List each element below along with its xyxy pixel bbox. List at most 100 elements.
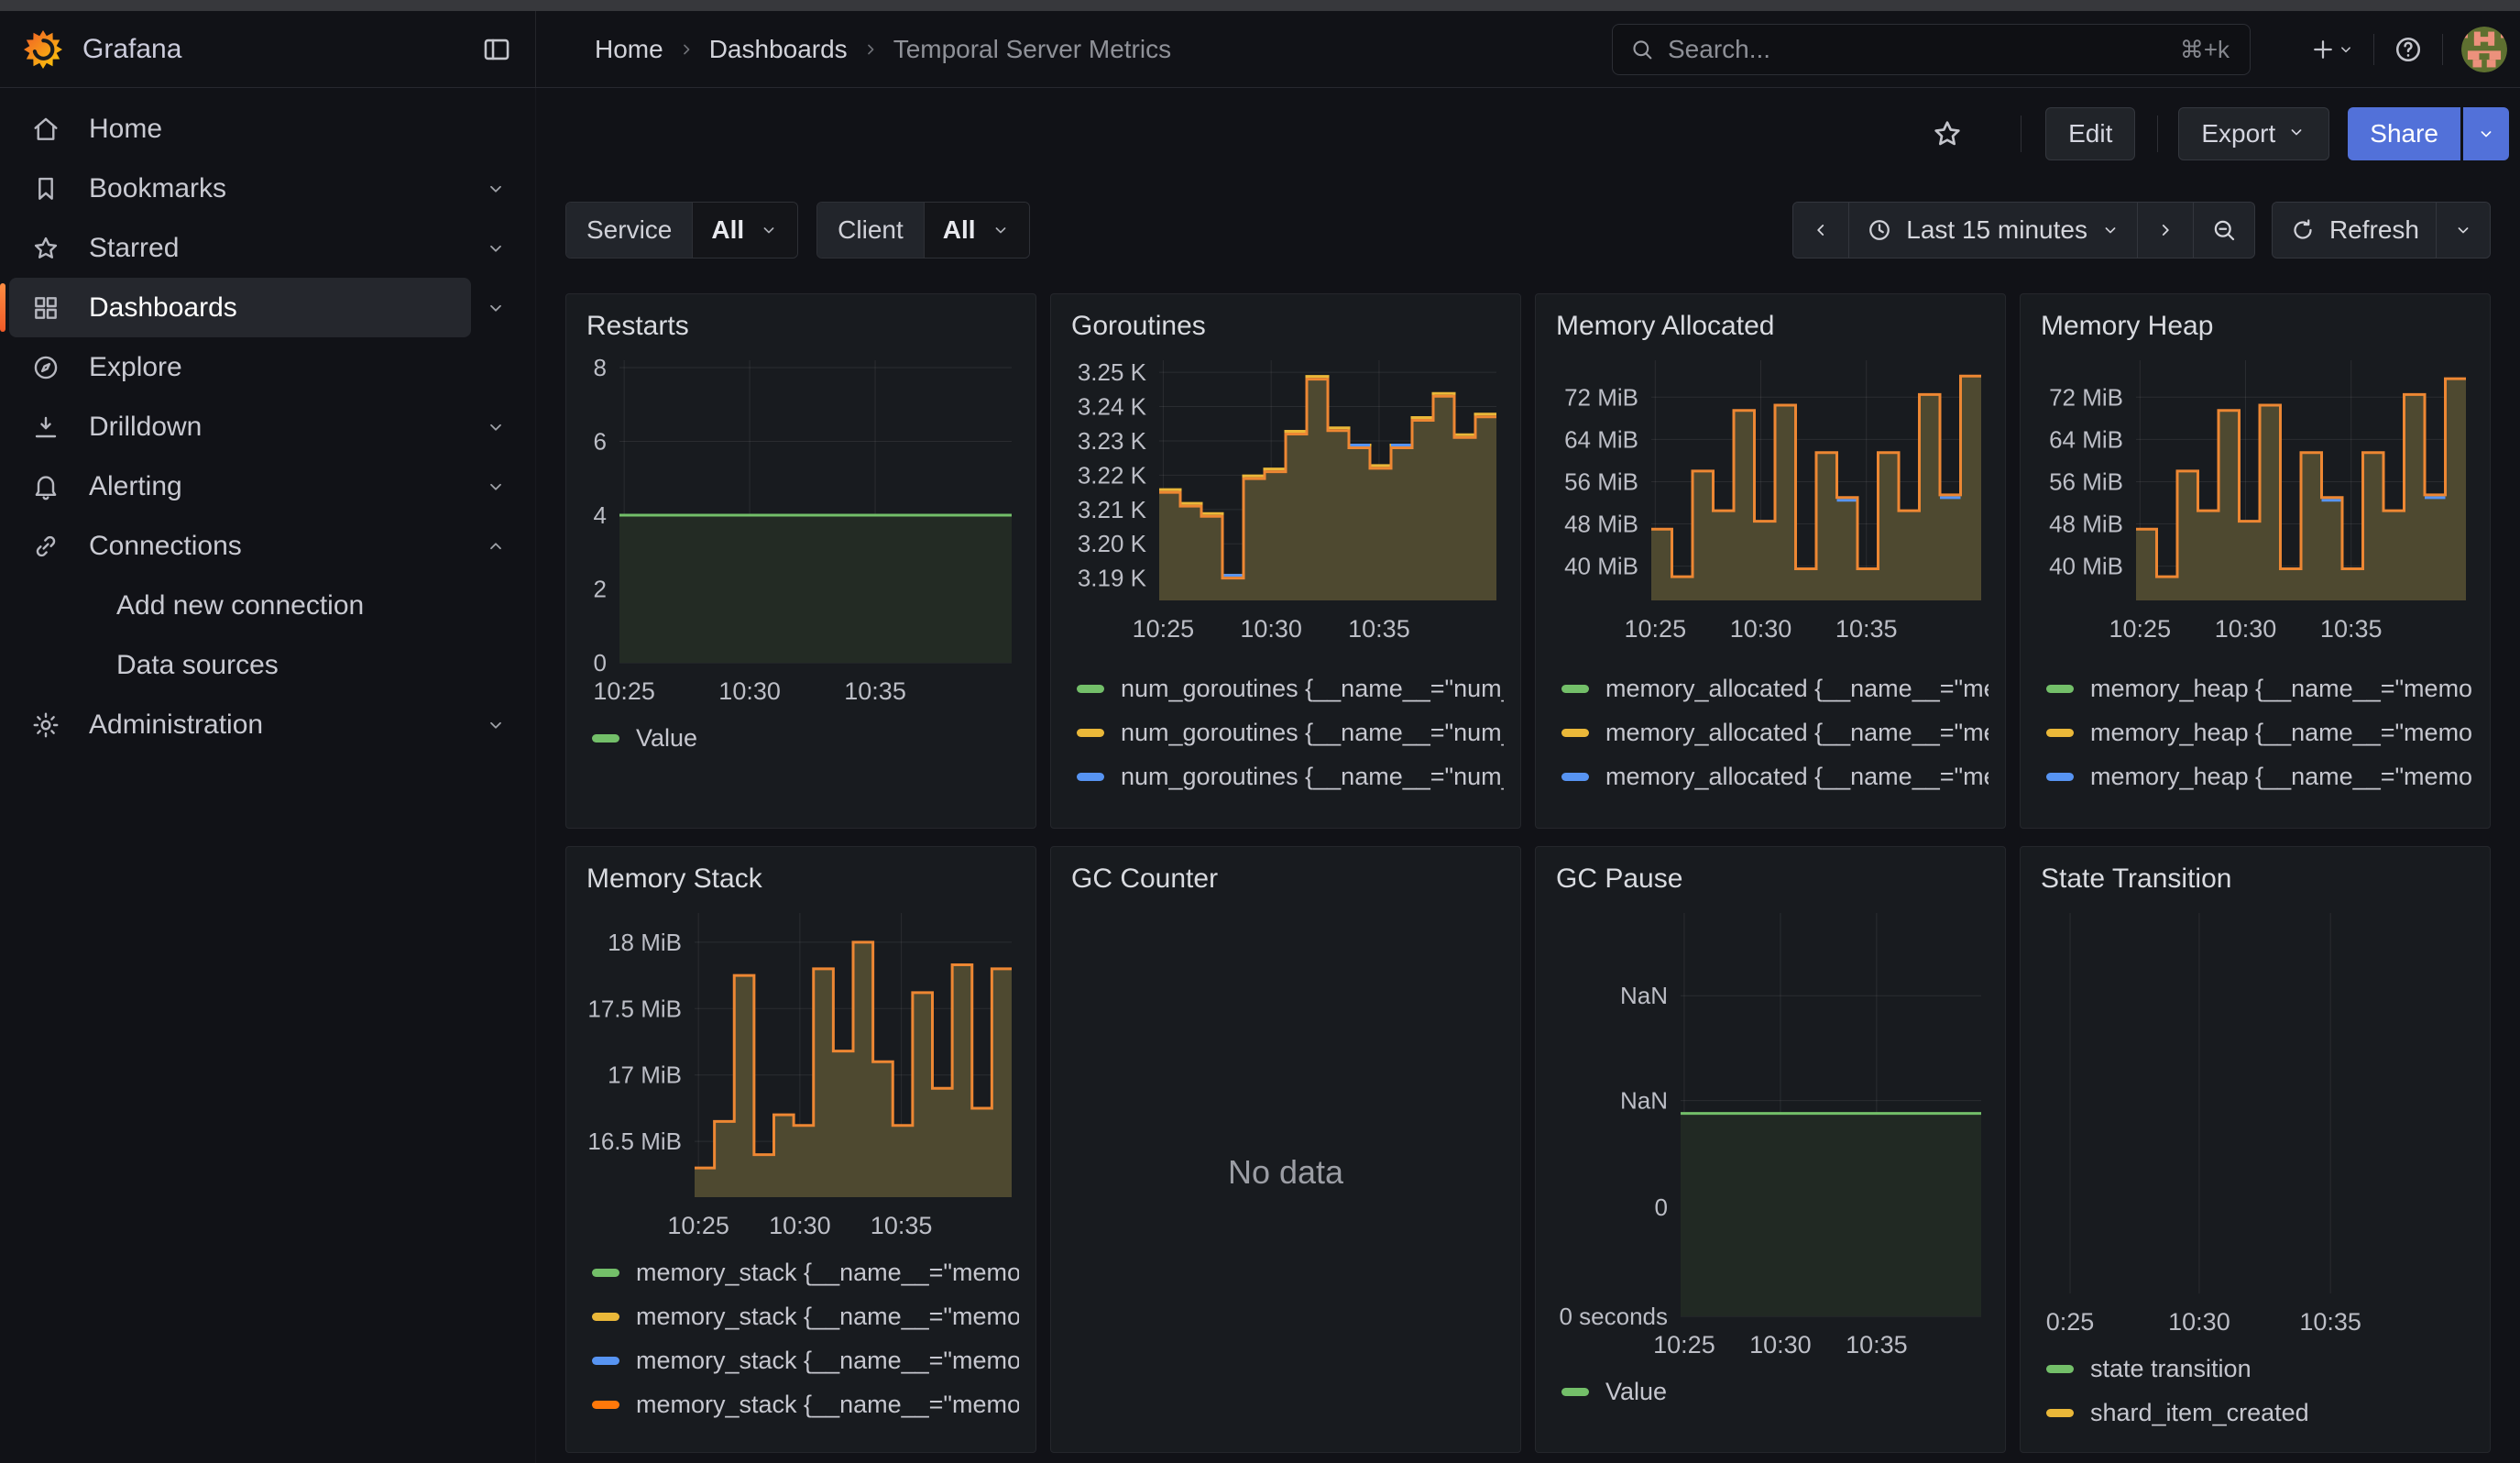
panel-gc-pause: GC PauseNaNNaN00 seconds10:2510:3010:35V… [1535, 846, 2006, 1453]
bell-icon [30, 471, 61, 502]
legend-item[interactable]: num_goroutines {__name__="num_go [1068, 710, 1504, 754]
svg-text:10:25: 10:25 [1133, 615, 1195, 643]
chevron-up-icon[interactable] [471, 516, 520, 576]
export-button[interactable]: Export [2178, 107, 2329, 160]
share-button[interactable]: Share [2348, 107, 2460, 160]
sidebar-item-dashboards[interactable]: Dashboards [9, 278, 471, 337]
legend-item[interactable]: memory_allocated {__name__="memc [1552, 754, 1989, 798]
favorite-star-icon[interactable] [1931, 117, 1964, 150]
time-range-picker[interactable]: Last 15 minutes [1848, 203, 2137, 258]
svg-text:40 MiB: 40 MiB [1564, 553, 1638, 580]
sidebar-row: Bookmarks [9, 159, 520, 218]
legend-item[interactable]: memory_heap {__name__="memory_h [2037, 666, 2473, 710]
legend-item[interactable]: memory_heap {__name__="memory_h [2037, 798, 2473, 808]
help-icon[interactable] [2393, 34, 2424, 65]
share-split-button: Share [2348, 107, 2509, 160]
topbar-actions [2309, 11, 2507, 87]
sidebar-item-home[interactable]: Home [9, 99, 520, 159]
chart-restarts[interactable]: 8642010:2510:3010:35 [583, 353, 1017, 705]
chart-memory-stack[interactable]: 18 MiB17.5 MiB17 MiB16.5 MiB10:2510:3010… [583, 906, 1017, 1239]
chevron-down-icon [2100, 220, 2120, 240]
svg-text:48 MiB: 48 MiB [1564, 511, 1638, 538]
legend-item[interactable]: memory_stack {__name__="memory_s [583, 1338, 1019, 1382]
svg-text:10:35: 10:35 [1835, 615, 1898, 643]
legend-series-label: memory_heap {__name__="memory_h [2090, 719, 2473, 747]
chevron-down-icon[interactable] [471, 397, 520, 456]
chevron-down-icon[interactable] [471, 218, 520, 278]
add-new-button[interactable] [2309, 36, 2355, 63]
edit-button[interactable]: Edit [2045, 107, 2135, 160]
filter-service: ServiceAll [565, 202, 798, 258]
grafana-logo-icon[interactable] [24, 30, 62, 69]
legend-item[interactable]: Value [1552, 1370, 1989, 1414]
breadcrumb-separator-icon [676, 39, 696, 60]
time-shift-back-button[interactable] [1793, 203, 1848, 258]
top-navigation-bar: Grafana HomeDashboardsTemporal Server Me… [0, 11, 2520, 88]
panel-title: Restarts [586, 311, 1019, 344]
legend-item[interactable]: memory_stack {__name__="memory_s [583, 1382, 1019, 1426]
chevron-down-icon[interactable] [471, 159, 520, 218]
legend-item[interactable]: state transition [2037, 1347, 2473, 1391]
filter-label: Service [566, 203, 692, 258]
legend-item[interactable]: memory_allocated {__name__="memc [1552, 710, 1989, 754]
legend-series-swatch [2046, 773, 2074, 781]
chart-state-transition[interactable]: 0:2510:3010:35 [2037, 906, 2471, 1336]
chart-memory-allocated[interactable]: 72 MiB64 MiB56 MiB48 MiB40 MiB10:2510:30… [1552, 353, 1987, 643]
filter-value-dropdown[interactable]: All [924, 203, 1029, 258]
legend-item[interactable]: shard_item_created [2037, 1391, 2473, 1435]
legend-series-label: memory_stack {__name__="memory_s [636, 1391, 1019, 1419]
legend-series-swatch [2046, 685, 2074, 693]
legend-item[interactable]: memory_allocated {__name__="memc [1552, 798, 1989, 808]
svg-text:18 MiB: 18 MiB [608, 929, 682, 956]
legend-item[interactable]: memory_stack {__name__="memory_s [583, 1250, 1019, 1294]
legend-item[interactable]: num_goroutines {__name__="num_go [1068, 754, 1504, 798]
magnifier-minus-icon [2210, 216, 2238, 244]
chevron-down-icon[interactable] [471, 695, 520, 754]
drilldown-icon [30, 412, 61, 443]
legend-item[interactable]: memory_heap {__name__="memory_h [2037, 754, 2473, 798]
time-shift-forward-button[interactable] [2137, 203, 2193, 258]
breadcrumb-item[interactable]: Dashboards [709, 35, 848, 64]
chevron-down-icon[interactable] [471, 456, 520, 516]
refresh-interval-dropdown[interactable] [2436, 203, 2490, 258]
legend-item[interactable]: memory_heap {__name__="memory_h [2037, 710, 2473, 754]
legend-item[interactable]: num_goroutines {__name__="num_go [1068, 798, 1504, 808]
breadcrumb-item[interactable]: Home [595, 35, 663, 64]
sidebar-item-drilldown[interactable]: Drilldown [9, 397, 471, 456]
chart-gc-pause[interactable]: NaNNaN00 seconds10:2510:3010:35 [1552, 906, 1987, 1358]
sidebar-item-alerting[interactable]: Alerting [9, 456, 471, 516]
legend-series-label: memory_allocated {__name__="memc [1605, 719, 1989, 747]
sidebar-item-label: Connections [89, 531, 242, 562]
filter-value-dropdown[interactable]: All [692, 203, 797, 258]
breadcrumb-item: Temporal Server Metrics [893, 35, 1171, 64]
legend-item[interactable]: Value [583, 716, 1019, 760]
legend-item[interactable]: num_goroutines {__name__="num_go [1068, 666, 1504, 710]
chart-goroutines[interactable]: 3.25 K3.24 K3.23 K3.22 K3.21 K3.20 K3.19… [1068, 353, 1502, 643]
legend-series-label: num_goroutines {__name__="num_go [1121, 763, 1504, 791]
svg-text:56 MiB: 56 MiB [2049, 468, 2123, 495]
time-controls: Last 15 minutes Refresh [1792, 202, 2491, 258]
share-dropdown-button[interactable] [2463, 107, 2509, 160]
user-avatar[interactable] [2461, 27, 2507, 72]
sidebar-item-starred[interactable]: Starred [9, 218, 471, 278]
sidebar-item-explore[interactable]: Explore [9, 337, 520, 397]
legend-item[interactable]: memory_stack {__name__="memory_s [583, 1294, 1019, 1338]
chevron-down-icon[interactable] [471, 278, 520, 337]
search-input[interactable]: Search... ⌘+k [1612, 24, 2251, 75]
chart-memory-heap[interactable]: 72 MiB64 MiB56 MiB48 MiB40 MiB10:2510:30… [2037, 353, 2471, 643]
panel-title: Goroutines [1071, 311, 1504, 344]
sidebar-collapse-icon[interactable] [478, 31, 515, 68]
sidebar-item-administration[interactable]: Administration [9, 695, 471, 754]
legend-series-swatch [1077, 773, 1104, 781]
legend-series-swatch [1561, 729, 1589, 737]
sidebar-item-data-sources[interactable]: Data sources [9, 635, 520, 695]
sidebar-item-bookmarks[interactable]: Bookmarks [9, 159, 471, 218]
legend-item[interactable]: memory_allocated {__name__="memc [1552, 666, 1989, 710]
svg-text:3.22 K: 3.22 K [1078, 461, 1147, 489]
svg-text:56 MiB: 56 MiB [1564, 468, 1638, 495]
sidebar-item-connections[interactable]: Connections [9, 516, 471, 576]
legend-series-swatch [2046, 729, 2074, 737]
refresh-button[interactable]: Refresh [2273, 203, 2436, 258]
zoom-out-icon[interactable] [2193, 203, 2254, 258]
sidebar-item-add-new-connection[interactable]: Add new connection [9, 576, 520, 635]
